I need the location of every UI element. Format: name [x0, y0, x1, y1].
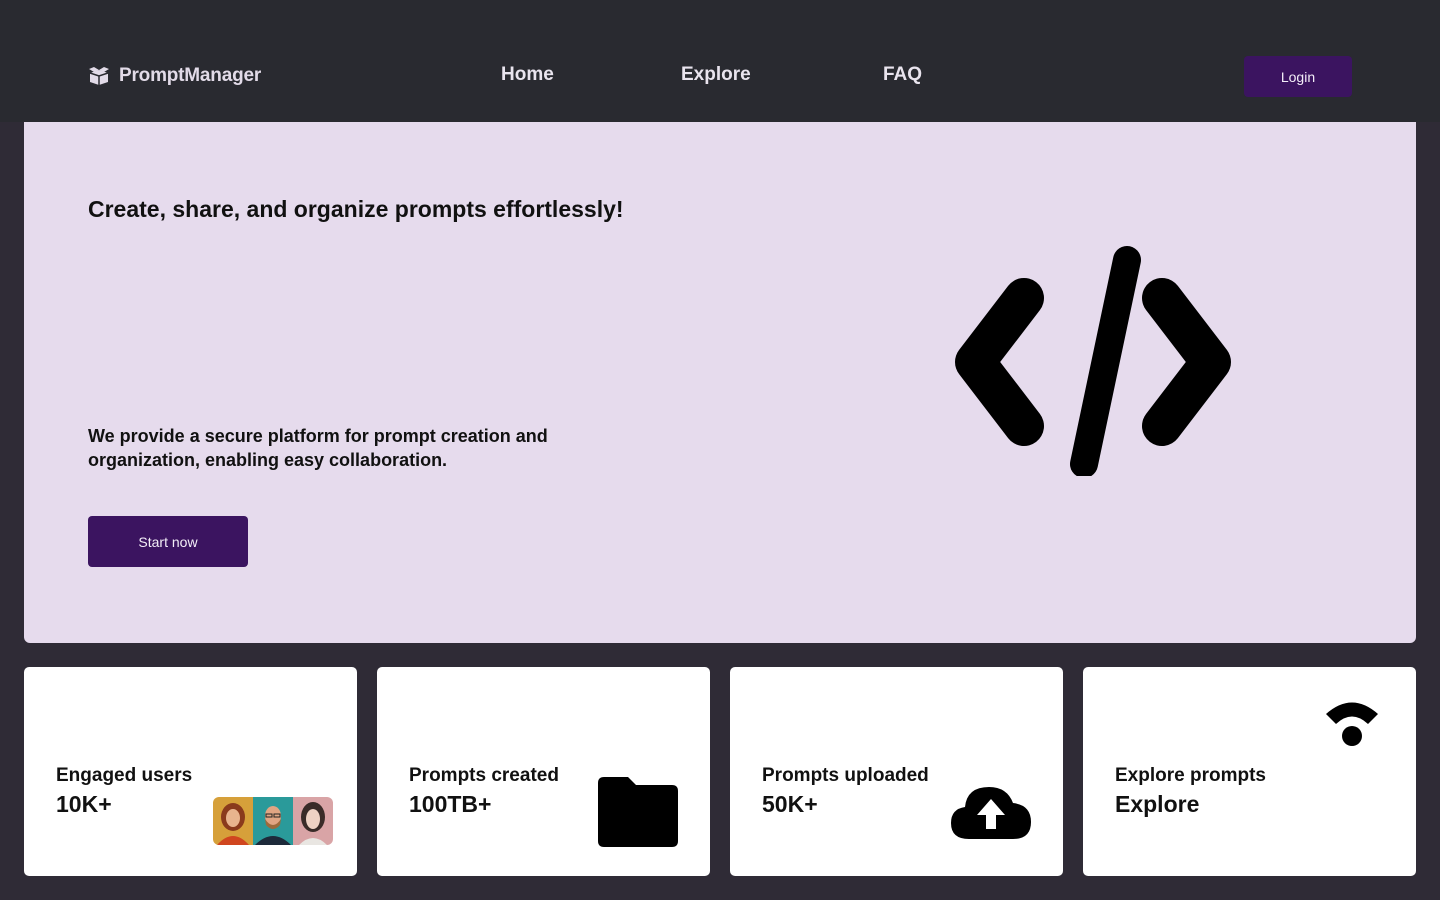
hero-description: We provide a secure platform for prompt … — [88, 426, 548, 470]
avatar — [213, 797, 253, 845]
stat-value: 10K+ — [56, 791, 112, 817]
stat-label: Engaged users — [56, 765, 193, 786]
navbar: PromptManager Home Explore FAQ Login — [0, 0, 1440, 122]
code-icon — [944, 246, 1234, 481]
stat-value: 50K+ — [762, 791, 818, 817]
stat-card-explore[interactable]: Explore prompts Explore — [1083, 667, 1416, 876]
avatars-image — [213, 797, 333, 845]
wifi-icon — [1325, 697, 1379, 752]
nav-explore[interactable]: Explore — [681, 64, 751, 90]
avatar — [293, 797, 333, 845]
stat-value: 100TB+ — [409, 791, 492, 817]
nav-home[interactable]: Home — [501, 64, 554, 90]
nav-faq[interactable]: FAQ — [883, 64, 922, 90]
hero-section: Create, share, and organize prompts effo… — [24, 122, 1416, 643]
stat-card-prompts-created[interactable]: Prompts created 100TB+ — [377, 667, 710, 876]
stat-label: Explore prompts — [1115, 765, 1266, 786]
start-now-button[interactable]: Start now — [88, 516, 248, 567]
stat-value: Explore — [1115, 791, 1200, 817]
avatar — [253, 797, 293, 845]
cloud-upload-icon — [951, 785, 1031, 844]
brand-name: PromptManager — [119, 65, 262, 86]
box-icon — [88, 67, 110, 85]
stat-card-users[interactable]: Engaged users 10K+ — [24, 667, 357, 876]
stat-label: Prompts uploaded — [762, 765, 929, 786]
login-button[interactable]: Login — [1244, 56, 1352, 97]
stat-label: Prompts created — [409, 765, 559, 786]
hero-title: Create, share, and organize prompts effo… — [88, 196, 624, 222]
folder-icon — [598, 777, 678, 852]
brand-logo[interactable]: PromptManager — [88, 64, 261, 88]
stat-card-prompts-uploaded[interactable]: Prompts uploaded 50K+ — [730, 667, 1063, 876]
